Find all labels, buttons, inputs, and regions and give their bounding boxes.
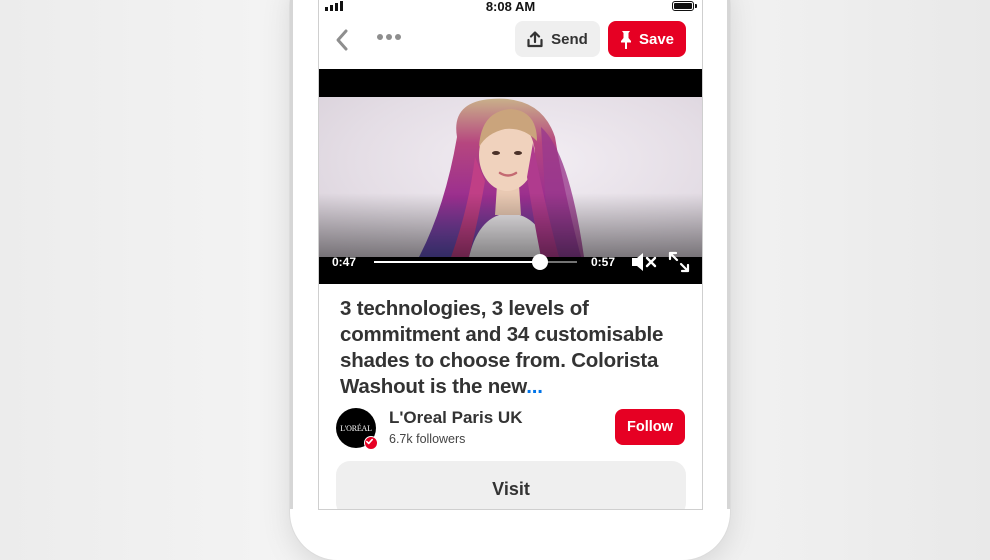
battery-icon	[672, 1, 697, 11]
share-upload-icon	[527, 30, 543, 47]
status-time: 8:08 AM	[485, 0, 536, 14]
loreal-logo: L'ORÉAL	[340, 423, 372, 433]
video-total-time: 0:57	[591, 255, 616, 269]
back-button[interactable]	[331, 26, 355, 54]
top-bar: Send Save	[319, 20, 702, 60]
video-player[interactable]: 0:47 0:57	[319, 69, 702, 284]
video-progress-played	[374, 261, 541, 263]
save-button[interactable]: Save	[608, 21, 686, 57]
phone-edge-left	[290, 0, 293, 509]
pin-description: 3 technologies, 3 levels of commitment a…	[340, 296, 685, 400]
video-scrubber-knob[interactable]	[532, 254, 549, 270]
creator-row: L'ORÉAL L'Oreal Paris UK 6.7k followers …	[336, 408, 686, 450]
phone-screen: 8:08 AM Send Save 0:47 0:57 3 technologi…	[319, 0, 702, 509]
follow-button[interactable]: Follow	[615, 409, 685, 445]
read-more-ellipsis[interactable]: ...	[526, 375, 543, 398]
fullscreen-button[interactable]	[667, 250, 691, 274]
more-dots-icon	[377, 34, 383, 40]
more-options-button[interactable]	[377, 34, 401, 40]
visit-button[interactable]: Visit	[336, 461, 686, 509]
status-bar: 8:08 AM	[319, 0, 702, 14]
save-label: Save	[638, 30, 675, 48]
creator-followers: 6.7k followers	[389, 432, 466, 446]
volume-muted-icon	[632, 253, 657, 271]
fullscreen-expand-icon	[668, 251, 690, 273]
send-button[interactable]: Send	[515, 21, 600, 57]
video-controls: 0:47 0:57	[319, 245, 702, 281]
mute-button[interactable]	[630, 250, 658, 274]
creator-name[interactable]: L'Oreal Paris UK	[389, 408, 523, 428]
pushpin-icon	[620, 30, 631, 49]
video-frame	[319, 97, 702, 257]
visit-label: Visit	[492, 479, 530, 499]
verified-check-icon	[364, 436, 378, 450]
video-thumbnail-woman-pink-hair	[319, 97, 702, 257]
video-current-time: 0:47	[332, 255, 357, 269]
send-label: Send	[551, 30, 588, 48]
pin-description-text: 3 technologies, 3 levels of commitment a…	[340, 297, 664, 398]
back-chevron-icon	[336, 29, 348, 51]
phone-edge-right	[727, 0, 730, 509]
